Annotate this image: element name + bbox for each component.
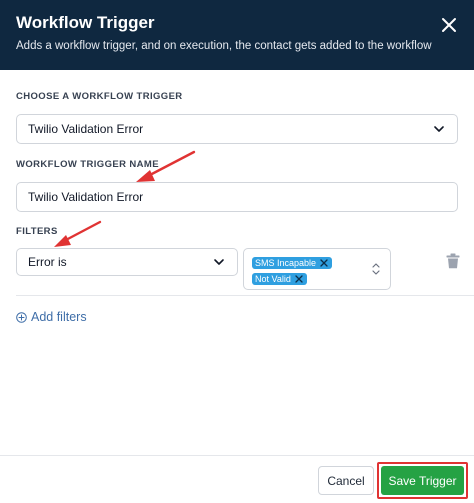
plus-circle-icon — [16, 311, 27, 323]
filter-chip: SMS Incapable — [252, 257, 333, 269]
chevron-down-icon — [214, 259, 224, 265]
close-icon[interactable] — [438, 14, 460, 36]
filter-condition-value: Error is — [28, 255, 67, 269]
annotation-arrow-head — [136, 170, 155, 182]
trigger-name-label: WORKFLOW TRIGGER NAME — [16, 159, 159, 170]
dialog-title: Workflow Trigger — [16, 13, 155, 32]
dialog-subtitle: Adds a workflow trigger, and on executio… — [16, 40, 432, 52]
workflow-trigger-value: Twilio Validation Error — [28, 122, 144, 136]
filters-label: FILTERS — [16, 226, 58, 237]
filter-condition-select[interactable]: Error is — [16, 248, 238, 276]
up-down-icon — [372, 263, 380, 275]
cancel-button[interactable]: Cancel — [318, 466, 374, 495]
filters-divider — [16, 295, 474, 296]
chevron-down-icon — [434, 126, 444, 132]
filter-chips: SMS Incapable Not Valid — [252, 255, 333, 287]
add-filters-link[interactable]: Add filters — [16, 310, 87, 324]
filter-chip: Not Valid — [252, 273, 307, 285]
annotation-arrow — [62, 220, 102, 243]
trash-icon[interactable] — [446, 253, 460, 269]
filter-chip-label: SMS Incapable — [255, 258, 317, 268]
workflow-trigger-select[interactable]: Twilio Validation Error — [16, 114, 458, 144]
dialog-header: Workflow Trigger Adds a workflow trigger… — [0, 0, 474, 70]
remove-chip-icon[interactable] — [295, 275, 303, 283]
add-filters-label: Add filters — [31, 310, 87, 324]
filter-values-select[interactable]: SMS Incapable Not Valid — [243, 248, 391, 290]
filter-chip-label: Not Valid — [255, 274, 291, 284]
workflow-trigger-label: CHOOSE A WORKFLOW TRIGGER — [16, 91, 183, 102]
footer-divider — [0, 455, 474, 456]
trigger-name-input[interactable]: Twilio Validation Error — [16, 182, 458, 212]
trigger-name-value: Twilio Validation Error — [28, 190, 144, 204]
save-trigger-button[interactable]: Save Trigger — [381, 466, 464, 495]
remove-chip-icon[interactable] — [320, 259, 328, 267]
